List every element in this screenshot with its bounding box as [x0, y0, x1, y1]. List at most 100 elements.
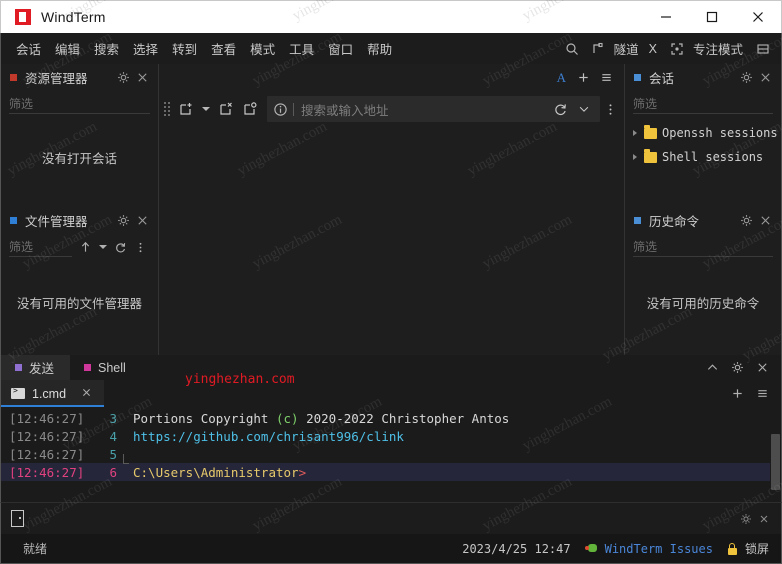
menu-bar: 会话 编辑 搜索 选择 转到 查看 模式 工具 窗口 帮助 隧道 X 专注模式 [0, 33, 782, 64]
left-dock: 资源管理器 筛选 没有打开会话 文件管理器 筛选 没有可用的文件管理器 [1, 64, 158, 355]
menu-item-help[interactable]: 帮助 [360, 35, 399, 62]
close-icon[interactable] [133, 214, 152, 227]
explorer-title: 资源管理器 [25, 72, 88, 86]
menu-item-select[interactable]: 选择 [126, 35, 165, 62]
file-manager-panel-header: 文件管理器 [1, 207, 158, 234]
tab-1-cmd[interactable]: 1.cmd [1, 380, 105, 407]
right-dock: 会话 筛选 Openssh sessions Shell sessions 历史… [625, 64, 781, 355]
clone-session-icon[interactable] [239, 97, 261, 121]
minimize-icon[interactable] [643, 1, 689, 33]
refresh-icon[interactable] [111, 241, 130, 254]
more-vertical-icon[interactable] [131, 241, 150, 254]
file-manager-empty-message: 没有可用的文件管理器 [16, 297, 142, 311]
terminal-line-current: [12:46:27] 6 C:\Users\Administrator> [1, 463, 770, 481]
menu-item-edit[interactable]: 编辑 [48, 35, 87, 62]
new-session-icon[interactable] [175, 97, 197, 121]
title-bar: WindTerm [0, 0, 782, 33]
split-layout-icon[interactable] [751, 39, 775, 59]
gear-icon[interactable] [114, 214, 133, 227]
gear-icon[interactable] [728, 361, 747, 374]
close-icon[interactable] [756, 71, 775, 84]
terminal-timestamp: [12:46:27] [9, 464, 85, 480]
terminal-scrollbar-thumb[interactable] [771, 434, 780, 490]
tunnel-icon[interactable] [586, 39, 610, 59]
drag-grip-icon[interactable] [163, 101, 171, 117]
close-session-icon[interactable] [215, 97, 237, 121]
sessions-filter-placeholder: 筛选 [633, 97, 658, 111]
menu-item-view[interactable]: 查看 [204, 35, 243, 62]
focus-mode-label[interactable]: 专注模式 [691, 36, 749, 61]
menu-item-mode[interactable]: 模式 [243, 35, 282, 62]
chevron-down-icon[interactable] [96, 245, 110, 249]
terminal-output[interactable]: [12:46:27] 3 Portions Copyright (c) 2020… [1, 407, 781, 502]
explorer-panel-header: 资源管理器 [1, 64, 158, 91]
history-title: 历史命令 [649, 215, 700, 229]
file-manager-filter-input[interactable]: 筛选 [9, 238, 72, 257]
folder-icon [644, 124, 657, 139]
close-icon[interactable] [755, 513, 773, 525]
close-icon[interactable] [756, 214, 775, 227]
more-vertical-icon[interactable] [602, 97, 618, 121]
close-icon[interactable] [81, 387, 92, 401]
list-item[interactable]: Openssh sessions [625, 121, 781, 145]
gear-icon[interactable] [114, 71, 133, 84]
windterm-issues-link[interactable]: WindTerm Issues [584, 542, 713, 556]
close-icon[interactable] [753, 361, 772, 374]
terminal-text-segment: Portions Copyright [133, 410, 276, 426]
chevron-right-icon[interactable] [633, 154, 637, 160]
close-icon[interactable] [735, 1, 781, 33]
terminal-text: Portions Copyright (c) 2020-2022 Christo… [133, 411, 770, 426]
terminal-timestamp: [12:46:27] [9, 410, 85, 426]
focus-frame-icon[interactable] [665, 39, 689, 59]
menu-item-goto[interactable]: 转到 [165, 35, 204, 62]
plus-icon[interactable] [574, 71, 593, 84]
list-item[interactable]: Shell sessions [625, 145, 781, 169]
menu-item-session[interactable]: 会话 [9, 35, 48, 62]
explorer-filter-input[interactable]: 筛选 [9, 95, 150, 114]
chevron-right-icon[interactable] [633, 130, 637, 136]
tab-shell[interactable]: Shell [70, 355, 142, 380]
info-icon[interactable] [273, 102, 288, 117]
font-A-icon[interactable]: A [553, 70, 570, 86]
close-icon[interactable] [133, 71, 152, 84]
maximize-icon[interactable] [689, 1, 735, 33]
plus-icon[interactable] [728, 387, 747, 400]
chevron-down-icon[interactable] [572, 103, 596, 115]
history-filter-input[interactable]: 筛选 [633, 238, 773, 257]
panel-toggle-icon[interactable] [11, 510, 24, 527]
tunnel-label[interactable]: 隧道 [612, 36, 645, 61]
explorer-filter-placeholder: 筛选 [9, 97, 34, 111]
chevron-down-icon[interactable] [199, 97, 213, 121]
terminal-scrollbar[interactable] [770, 407, 781, 502]
reload-icon[interactable] [549, 102, 572, 117]
hamburger-menu-icon[interactable] [753, 387, 772, 400]
status-bar: 就绪 2023/4/25 12:47 WindTerm Issues 锁屏 [0, 534, 782, 564]
sessions-filter-row: 筛选 [625, 91, 781, 117]
sessions-item-openssh: Openssh sessions [662, 126, 778, 140]
bug-icon [584, 543, 598, 554]
gear-icon[interactable] [737, 71, 756, 84]
send-tab-dot [15, 364, 22, 371]
menu-item-tools[interactable]: 工具 [282, 35, 321, 62]
gear-icon[interactable] [737, 214, 756, 227]
menu-item-window[interactable]: 窗口 [321, 35, 360, 62]
terminal-tabs-actions [142, 355, 781, 380]
hamburger-menu-icon[interactable] [597, 71, 616, 84]
file-manager-tools [76, 240, 150, 254]
search-icon[interactable] [560, 39, 584, 59]
x-label[interactable]: X [647, 39, 663, 59]
terminal-timestamp: [12:46:27] [9, 446, 85, 462]
terminal-line: [12:46:27] 4 https://github.com/chrisant… [1, 427, 770, 445]
chevron-up-icon[interactable] [703, 361, 722, 374]
menu-item-search[interactable]: 搜索 [87, 35, 126, 62]
lock-screen-button[interactable]: 锁屏 [727, 540, 769, 557]
terminal-line-number: 4 [109, 428, 117, 444]
tab-send[interactable]: 发送 [1, 355, 71, 380]
address-input[interactable]: 搜索或输入地址 [267, 96, 600, 122]
sessions-title: 会话 [649, 72, 675, 86]
sessions-filter-input[interactable]: 筛选 [633, 95, 773, 114]
terminal-line: [12:46:27] 3 Portions Copyright (c) 2020… [1, 409, 770, 427]
arrow-up-icon[interactable] [76, 240, 95, 254]
sessions-panel: 会话 筛选 Openssh sessions Shell sessions [625, 64, 781, 207]
gear-icon[interactable] [737, 513, 755, 525]
